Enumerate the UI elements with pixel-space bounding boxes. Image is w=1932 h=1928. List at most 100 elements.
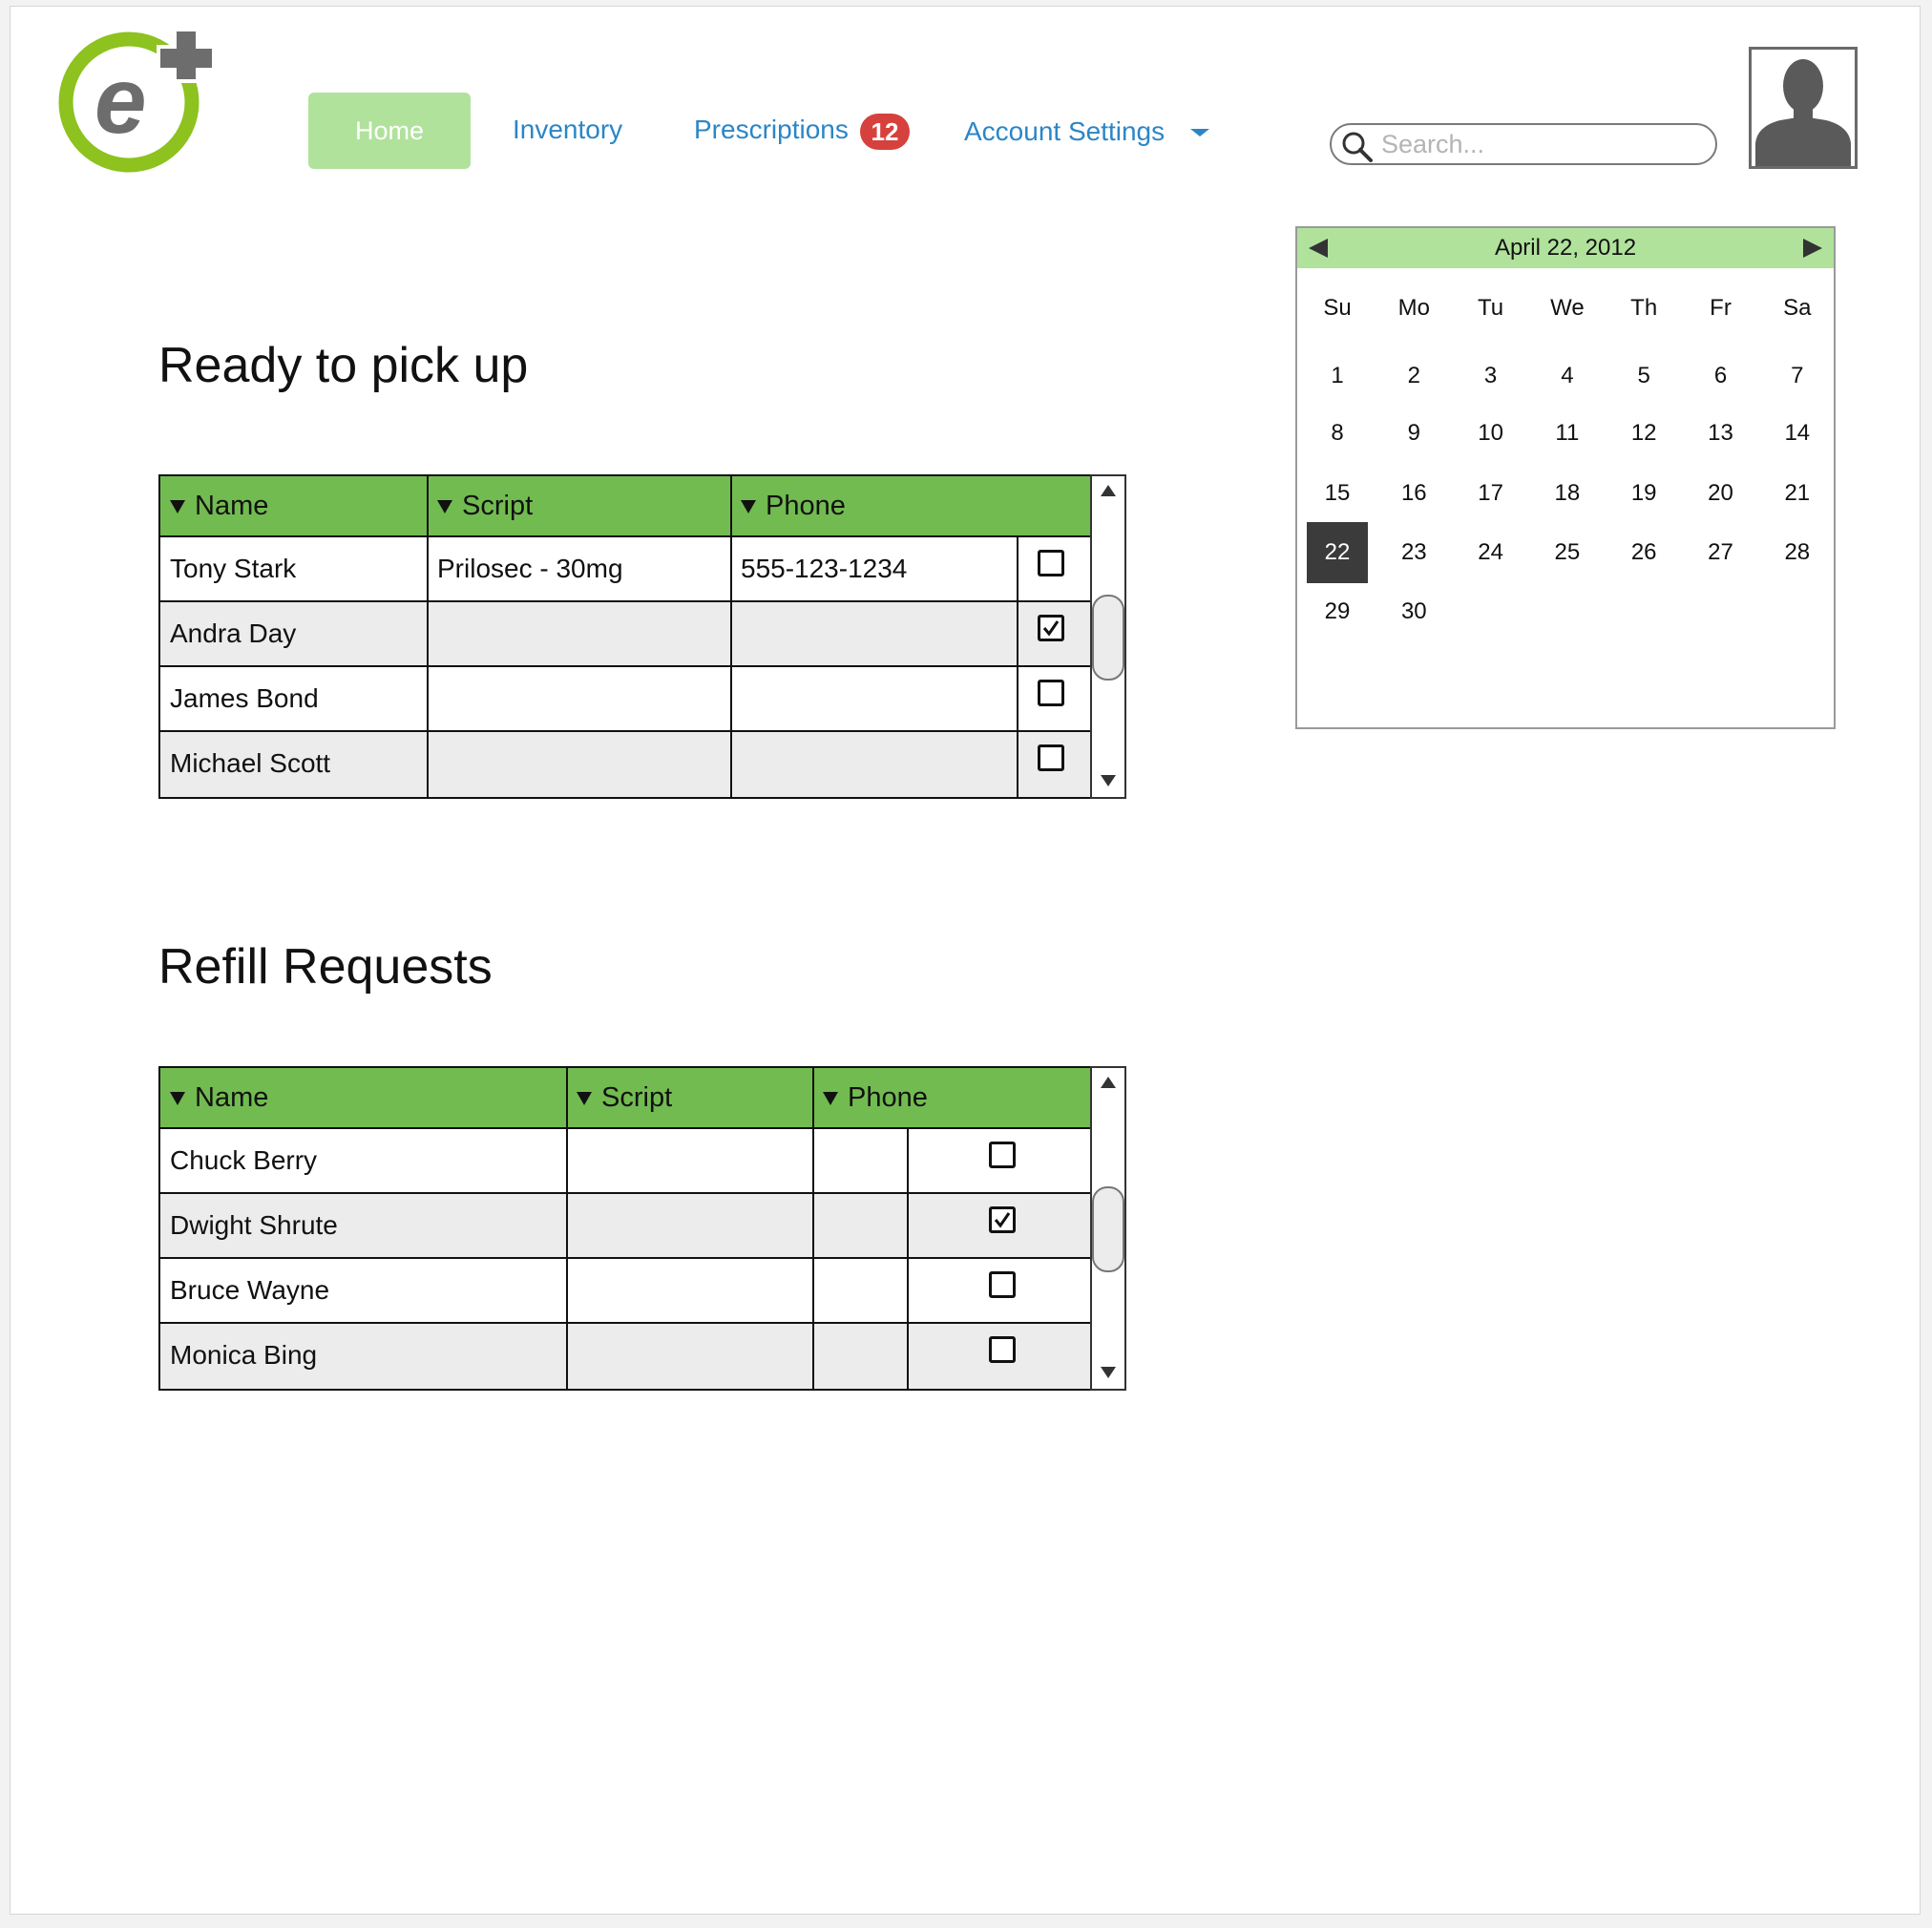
calendar-day[interactable]: 29	[1307, 581, 1368, 642]
calendar-day[interactable]: 7	[1767, 346, 1828, 407]
page-canvas: e Home Inventory Prescriptions 12 Accoun…	[10, 6, 1921, 1915]
calendar-day[interactable]: 16	[1383, 463, 1444, 524]
calendar-day[interactable]: 18	[1537, 463, 1598, 524]
nav-home-button[interactable]: Home	[308, 93, 471, 169]
app-logo[interactable]: e	[45, 26, 226, 178]
scroll-up-arrow[interactable]	[1092, 1068, 1124, 1097]
calendar-day-selected[interactable]: 22	[1307, 522, 1368, 583]
cell-name: Dwight Shrute	[170, 1210, 338, 1240]
row-checkbox[interactable]	[989, 1271, 1016, 1298]
calendar-day[interactable]: 30	[1383, 581, 1444, 642]
row-checkbox[interactable]	[1038, 550, 1064, 576]
row-checkbox[interactable]	[1038, 744, 1064, 771]
calendar-prev-arrow[interactable]	[1309, 239, 1328, 258]
refill-section-title: Refill Requests	[158, 939, 493, 995]
cell-script	[428, 602, 437, 665]
calendar-widget[interactable]: April 22, 2012 Su Mo Tu We Th Fr Sa 1234567891…	[1295, 226, 1836, 729]
table-row[interactable]: Tony Stark Prilosec - 30mg 555-123-1234	[160, 537, 1092, 602]
column-header-name[interactable]: Name	[160, 476, 428, 535]
calendar-day[interactable]: 6	[1690, 346, 1752, 407]
dropdown-caret-icon[interactable]	[1190, 129, 1209, 136]
row-checkbox[interactable]	[989, 1142, 1016, 1168]
calendar-day[interactable]: 23	[1383, 522, 1444, 583]
avatar[interactable]	[1749, 47, 1858, 169]
calendar-day[interactable]: 19	[1613, 463, 1674, 524]
calendar-day[interactable]: 2	[1383, 346, 1444, 407]
column-header-phone[interactable]: Phone	[813, 1068, 1092, 1127]
column-divider	[812, 1068, 814, 1389]
calendar-day[interactable]: 3	[1460, 346, 1522, 407]
calendar-day[interactable]: 14	[1767, 403, 1828, 464]
column-divider	[566, 1068, 568, 1389]
row-checkbox[interactable]	[989, 1206, 1016, 1233]
cell-phone	[813, 1259, 823, 1322]
calendar-weekday: Th	[1630, 295, 1658, 321]
calendar-day[interactable]: 4	[1537, 346, 1598, 407]
calendar-day[interactable]: 17	[1460, 463, 1522, 524]
table-row[interactable]: Michael Scott	[160, 732, 1092, 797]
calendar-day[interactable]: 27	[1690, 522, 1752, 583]
search-icon[interactable]	[1339, 129, 1376, 165]
calendar-day[interactable]: 10	[1460, 403, 1522, 464]
cell-script	[428, 732, 437, 795]
calendar-day[interactable]: 12	[1613, 403, 1674, 464]
calendar-weekday: Su	[1323, 295, 1352, 321]
column-header-name[interactable]: Name	[160, 1068, 567, 1127]
calendar-day[interactable]: 1	[1307, 346, 1368, 407]
refill-table-scrollbar[interactable]	[1090, 1066, 1126, 1391]
calendar-day[interactable]: 24	[1460, 522, 1522, 583]
scroll-down-arrow[interactable]	[1092, 1358, 1124, 1387]
calendar-next-arrow[interactable]	[1803, 239, 1822, 258]
scroll-up-arrow[interactable]	[1092, 476, 1124, 505]
calendar-day[interactable]: 11	[1537, 403, 1598, 464]
column-header-label: Name	[195, 490, 269, 521]
table-row[interactable]: James Bond	[160, 667, 1092, 732]
row-checkbox[interactable]	[1038, 615, 1064, 641]
nav-prescriptions-link[interactable]: Prescriptions	[694, 114, 849, 146]
scroll-down-arrow[interactable]	[1092, 766, 1124, 795]
calendar-day[interactable]: 26	[1613, 522, 1674, 583]
sort-arrow-icon	[577, 1092, 592, 1105]
column-header-script[interactable]: Script	[567, 1068, 813, 1127]
sort-arrow-icon	[170, 500, 185, 513]
calendar-weekday: Tu	[1478, 295, 1504, 321]
table-row[interactable]: Andra Day	[160, 602, 1092, 667]
avatar-silhouette-icon	[1755, 59, 1851, 166]
calendar-day[interactable]: 13	[1690, 403, 1752, 464]
checkmark-icon	[1042, 620, 1060, 637]
calendar-day[interactable]: 8	[1307, 403, 1368, 464]
sort-arrow-icon	[823, 1092, 838, 1105]
cell-name: Chuck Berry	[170, 1145, 318, 1175]
column-header-phone[interactable]: Phone	[731, 476, 1092, 535]
table-row[interactable]: Monica Bing	[160, 1324, 1092, 1389]
cell-script	[567, 1324, 577, 1387]
sort-arrow-icon	[170, 1092, 185, 1105]
calendar-day[interactable]: 15	[1307, 463, 1368, 524]
search-box[interactable]	[1330, 123, 1717, 165]
ready-table-scrollbar[interactable]	[1090, 474, 1126, 799]
nav-inventory-link[interactable]: Inventory	[513, 114, 622, 146]
calendar-day[interactable]: 28	[1767, 522, 1828, 583]
row-checkbox[interactable]	[989, 1336, 1016, 1363]
refill-table: Name Script Phone Chuck Berry Dwight Shr…	[158, 1066, 1094, 1391]
cell-name: Monica Bing	[170, 1340, 318, 1370]
calendar-day[interactable]: 21	[1767, 463, 1828, 524]
table-row[interactable]: Dwight Shrute	[160, 1194, 1092, 1259]
cell-script	[567, 1259, 577, 1322]
row-checkbox[interactable]	[1038, 680, 1064, 706]
cell-script	[567, 1194, 577, 1257]
calendar-day[interactable]: 20	[1690, 463, 1752, 524]
cell-phone	[813, 1324, 823, 1387]
calendar-day[interactable]: 5	[1613, 346, 1674, 407]
search-input[interactable]	[1381, 129, 1706, 159]
table-row[interactable]: Bruce Wayne	[160, 1259, 1092, 1324]
calendar-weekday: Sa	[1783, 295, 1812, 321]
column-header-script[interactable]: Script	[428, 476, 731, 535]
calendar-day[interactable]: 9	[1383, 403, 1444, 464]
calendar-day[interactable]: 25	[1537, 522, 1598, 583]
scroll-thumb[interactable]	[1092, 595, 1124, 681]
nav-account-settings-link[interactable]: Account Settings	[964, 115, 1165, 148]
table-row[interactable]: Chuck Berry	[160, 1129, 1092, 1194]
column-header-label: Phone	[766, 490, 846, 521]
scroll-thumb[interactable]	[1092, 1186, 1124, 1272]
